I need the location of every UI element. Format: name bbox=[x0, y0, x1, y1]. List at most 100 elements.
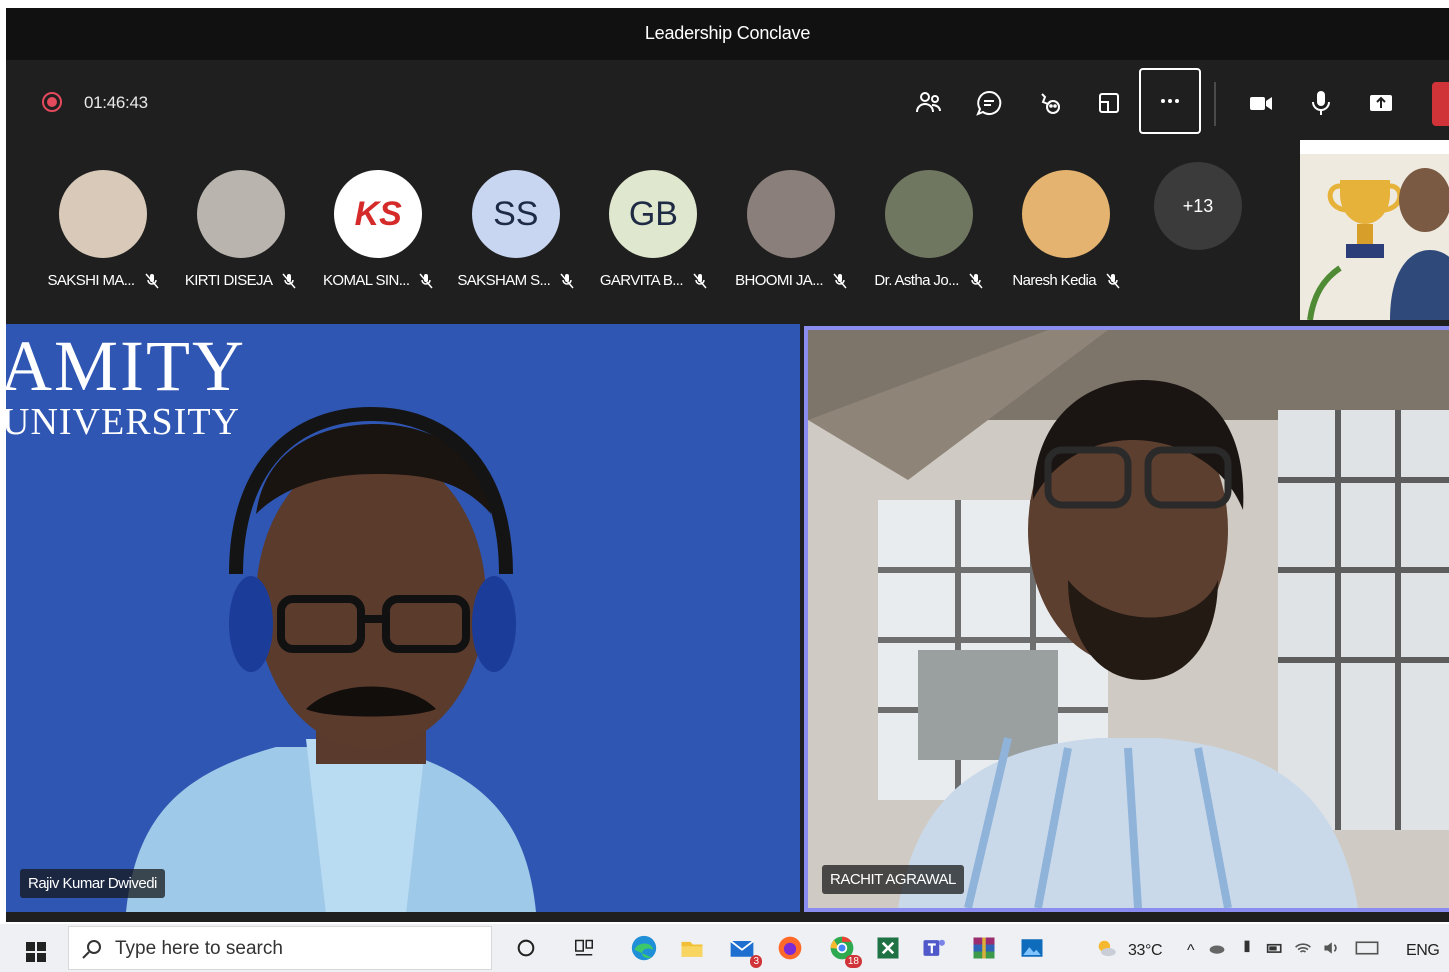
recording-indicator-icon bbox=[42, 92, 62, 112]
chrome-badge: 18 bbox=[844, 955, 862, 968]
participant-name-text: SAKSHAM S... bbox=[457, 272, 551, 289]
participant-name: Dr. Astha Jo... bbox=[864, 272, 994, 289]
rooms-icon bbox=[1099, 93, 1119, 113]
excel-icon[interactable] bbox=[872, 932, 904, 964]
more-actions-button[interactable] bbox=[1139, 68, 1201, 134]
search-icon bbox=[82, 940, 101, 959]
speaker-video-right bbox=[808, 330, 1449, 908]
avatar bbox=[196, 170, 285, 258]
mic-off-icon bbox=[833, 273, 847, 288]
title-bar: Leadership Conclave bbox=[6, 8, 1449, 60]
weather-icon bbox=[1090, 932, 1122, 964]
share-icon bbox=[1370, 95, 1392, 111]
participant-name: KIRTI DISEJA bbox=[176, 272, 306, 289]
keyboard-icon[interactable] bbox=[1352, 932, 1382, 964]
share-content-button[interactable] bbox=[1356, 78, 1406, 128]
participant-name: KOMAL SIN... bbox=[313, 272, 443, 289]
winrar-icon[interactable] bbox=[968, 932, 1000, 964]
firefox-icon[interactable] bbox=[774, 932, 806, 964]
participant-name-label: Rajiv Kumar Dwivedi bbox=[20, 869, 165, 898]
meeting-title: Leadership Conclave bbox=[644, 23, 811, 43]
mic-icon bbox=[1312, 91, 1330, 115]
task-view-icon[interactable] bbox=[568, 932, 600, 964]
more-participants-button[interactable]: +13 bbox=[1154, 162, 1242, 250]
participant-name-text: KIRTI DISEJA bbox=[184, 272, 273, 289]
avatar bbox=[884, 170, 973, 258]
participant-name-text: KOMAL SIN... bbox=[322, 272, 410, 289]
reactions-icon bbox=[1041, 93, 1060, 114]
mic-off-icon bbox=[419, 273, 433, 288]
participant-name-text: Naresh Kedia bbox=[1012, 272, 1097, 289]
chat-icon bbox=[976, 90, 1002, 116]
participant-tile[interactable]: Dr. Astha Jo... bbox=[864, 168, 994, 298]
people-icon bbox=[916, 92, 941, 113]
self-view-image bbox=[1300, 140, 1449, 320]
people-button[interactable] bbox=[904, 78, 954, 128]
input-language[interactable]: ENG bbox=[1406, 942, 1440, 960]
reactions-button[interactable] bbox=[1024, 78, 1074, 128]
camera-button[interactable] bbox=[1236, 78, 1286, 128]
cortana-icon[interactable] bbox=[510, 932, 542, 964]
participant-tile[interactable]: SS SAKSHAM S... bbox=[451, 168, 581, 298]
mic-off-icon bbox=[144, 273, 159, 288]
avatar: GB bbox=[609, 170, 698, 258]
show-hidden-icons-chevron-icon[interactable]: ^ bbox=[1187, 942, 1195, 960]
windows-start-icon[interactable] bbox=[26, 942, 46, 962]
participant-name-text: Dr. Astha Jo... bbox=[874, 272, 959, 289]
avatar bbox=[747, 170, 835, 258]
chat-button[interactable] bbox=[964, 78, 1014, 128]
participant-tile[interactable]: Naresh Kedia bbox=[1001, 168, 1131, 298]
rooms-button[interactable] bbox=[1084, 78, 1134, 128]
participant-tile[interactable]: KIRTI DISEJA bbox=[176, 168, 306, 298]
search-input[interactable] bbox=[115, 933, 475, 965]
mic-off-icon bbox=[282, 273, 296, 288]
avatar bbox=[1022, 170, 1111, 258]
participant-tile[interactable]: KS KOMAL SIN... bbox=[313, 168, 443, 298]
avatar bbox=[59, 170, 147, 258]
video-tile-rachit-active-speaker[interactable]: RACHIT AGRAWAL bbox=[804, 326, 1449, 912]
battery-icon[interactable] bbox=[1264, 932, 1286, 964]
camera-icon bbox=[1250, 97, 1272, 110]
participant-name-label: RACHIT AGRAWAL bbox=[822, 865, 964, 894]
avatar: SS bbox=[471, 170, 560, 258]
taskbar-search-box[interactable] bbox=[68, 926, 492, 970]
leave-button[interactable] bbox=[1432, 82, 1449, 126]
control-divider bbox=[1214, 82, 1216, 126]
mic-off-icon bbox=[969, 273, 983, 288]
meeting-timer: 01:46:43 bbox=[84, 93, 148, 112]
participant-name: BHOOMI JA... bbox=[726, 272, 856, 289]
participant-name-text: SAKSHI MA... bbox=[47, 272, 136, 289]
self-view-thumbnail[interactable] bbox=[1300, 140, 1449, 320]
wifi-icon[interactable] bbox=[1292, 932, 1314, 964]
participant-tile[interactable]: BHOOMI JA... bbox=[726, 168, 856, 298]
onedrive-icon[interactable] bbox=[1206, 932, 1228, 964]
participant-name: GARVITA B... bbox=[588, 272, 718, 289]
file-explorer-icon[interactable] bbox=[676, 932, 708, 964]
participant-name-text: GARVITA B... bbox=[599, 272, 684, 289]
participant-name: Naresh Kedia bbox=[1001, 272, 1131, 289]
photos-icon[interactable] bbox=[1016, 932, 1048, 964]
mail-icon[interactable]: 3 bbox=[726, 932, 762, 968]
participant-name: SAKSHI MA... bbox=[38, 272, 168, 289]
mic-off-icon bbox=[1106, 273, 1120, 288]
edge-browser-icon[interactable] bbox=[628, 932, 660, 964]
volume-icon[interactable] bbox=[1320, 932, 1342, 964]
mic-off-icon bbox=[693, 273, 707, 288]
chrome-icon[interactable]: 18 bbox=[826, 932, 862, 968]
more-icon bbox=[1161, 99, 1179, 103]
mic-off-icon bbox=[560, 273, 574, 288]
usb-icon[interactable] bbox=[1236, 932, 1258, 964]
avatar: KS bbox=[334, 170, 423, 258]
windows-taskbar: 3 18 33°C ^ ENG bbox=[0, 924, 1449, 972]
participant-tile[interactable]: GB GARVITA B... bbox=[588, 168, 718, 298]
participant-tile[interactable]: SAKSHI MA... bbox=[38, 168, 168, 298]
meeting-control-bar: 01:46:43 bbox=[6, 60, 1449, 146]
weather-temperature[interactable]: 33°C bbox=[1128, 942, 1163, 960]
participant-name: SAKSHAM S... bbox=[451, 272, 581, 289]
video-tile-rajiv[interactable]: AMITY UNIVERSITY Rajiv Kumar Dwivedi bbox=[6, 324, 800, 912]
mail-badge: 3 bbox=[750, 955, 762, 968]
amity-university-logo: AMITY UNIVERSITY bbox=[6, 326, 246, 443]
participant-name-text: BHOOMI JA... bbox=[735, 272, 823, 289]
teams-icon[interactable] bbox=[918, 932, 950, 964]
microphone-button[interactable] bbox=[1296, 78, 1346, 128]
